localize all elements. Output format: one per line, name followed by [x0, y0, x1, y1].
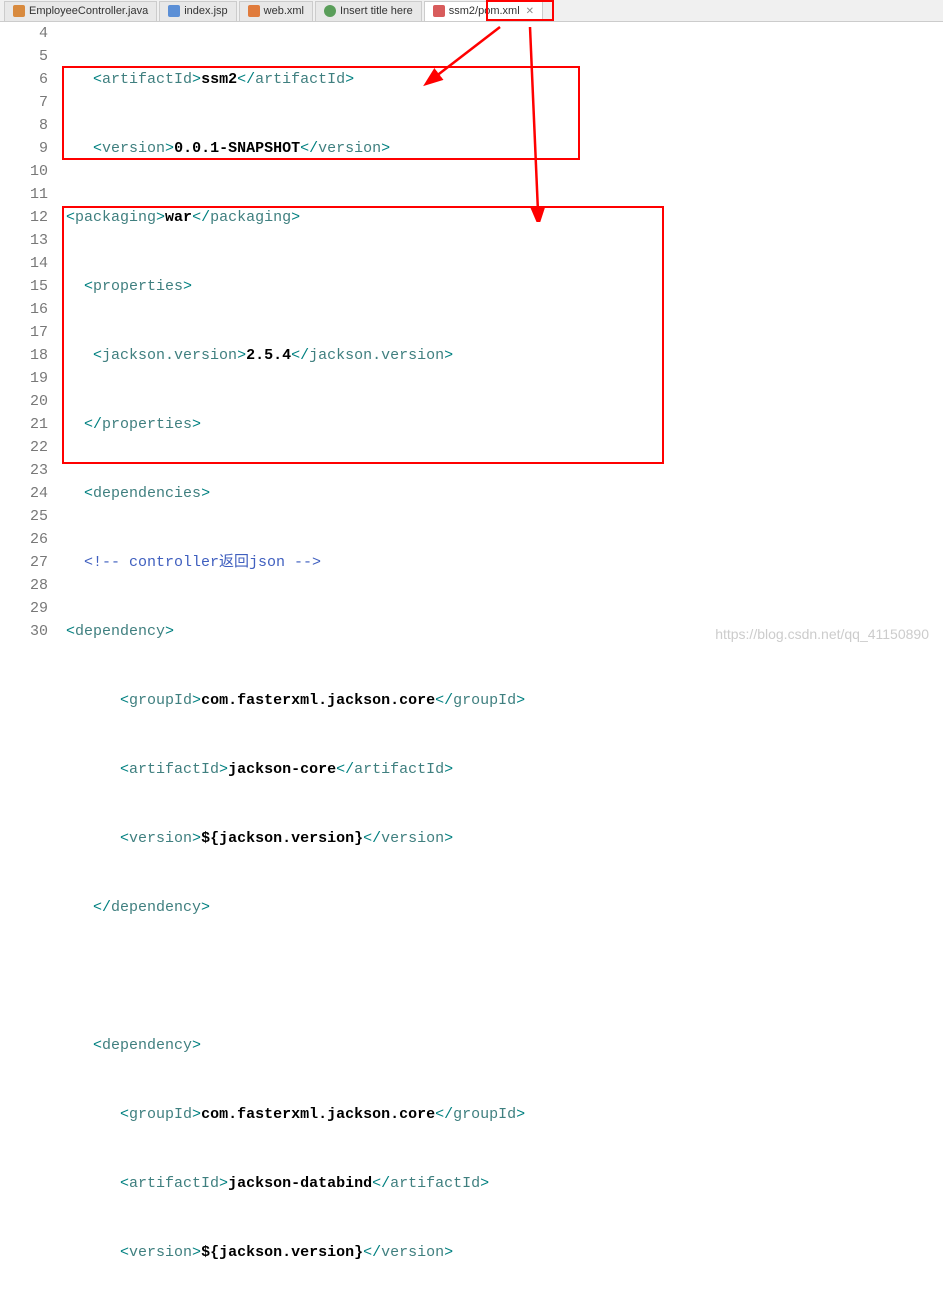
line-number: 13 — [14, 229, 48, 252]
editor-area: 4 5 6 7 8 9 10 11 12 13 14 15 16 17 18 1… — [0, 22, 943, 648]
line-number: 11 — [14, 183, 48, 206]
line-number: 26 — [14, 528, 48, 551]
tab-label: Insert title here — [340, 5, 413, 17]
line-number: 27 — [14, 551, 48, 574]
close-icon[interactable]: ✕ — [526, 6, 534, 17]
fold-ruler[interactable] — [0, 22, 14, 648]
tab-web-xml[interactable]: web.xml — [239, 1, 313, 21]
line-number: 21 — [14, 413, 48, 436]
watermark: https://blog.csdn.net/qq_41150890 — [715, 626, 929, 642]
line-number: 17 — [14, 321, 48, 344]
code-editor[interactable]: <artifactId>ssm2</artifactId> <version>0… — [58, 22, 943, 648]
tab-insert-title[interactable]: Insert title here — [315, 1, 422, 21]
line-number: 8 — [14, 114, 48, 137]
line-number: 5 — [14, 45, 48, 68]
tab-label: ssm2/pom.xml — [449, 5, 520, 17]
line-number: 15 — [14, 275, 48, 298]
line-number: 24 — [14, 482, 48, 505]
line-number: 23 — [14, 459, 48, 482]
line-gutter: 4 5 6 7 8 9 10 11 12 13 14 15 16 17 18 1… — [14, 22, 58, 648]
jsp-file-icon — [168, 5, 180, 17]
line-number: 9 — [14, 137, 48, 160]
line-number: 22 — [14, 436, 48, 459]
tab-label: EmployeeController.java — [29, 5, 148, 17]
line-number: 25 — [14, 505, 48, 528]
line-number: 12 — [14, 206, 48, 229]
tab-index-jsp[interactable]: index.jsp — [159, 1, 236, 21]
java-file-icon — [13, 5, 25, 17]
maven-file-icon — [433, 5, 445, 17]
line-number: 29 — [14, 597, 48, 620]
line-number: 28 — [14, 574, 48, 597]
tab-bar: EmployeeController.java index.jsp web.xm… — [0, 0, 943, 22]
line-number: 14 — [14, 252, 48, 275]
tab-label: web.xml — [264, 5, 304, 17]
line-number: 4 — [14, 22, 48, 45]
tab-label: index.jsp — [184, 5, 227, 17]
web-page-icon — [324, 5, 336, 17]
tab-pom-xml[interactable]: ssm2/pom.xml ✕ — [424, 1, 543, 21]
line-number: 30 — [14, 620, 48, 643]
line-number: 18 — [14, 344, 48, 367]
line-number: 19 — [14, 367, 48, 390]
line-number: 10 — [14, 160, 48, 183]
line-number: 16 — [14, 298, 48, 321]
line-number: 6 — [14, 68, 48, 91]
tab-employee-controller[interactable]: EmployeeController.java — [4, 1, 157, 21]
line-number: 7 — [14, 91, 48, 114]
xml-file-icon — [248, 5, 260, 17]
line-number: 20 — [14, 390, 48, 413]
